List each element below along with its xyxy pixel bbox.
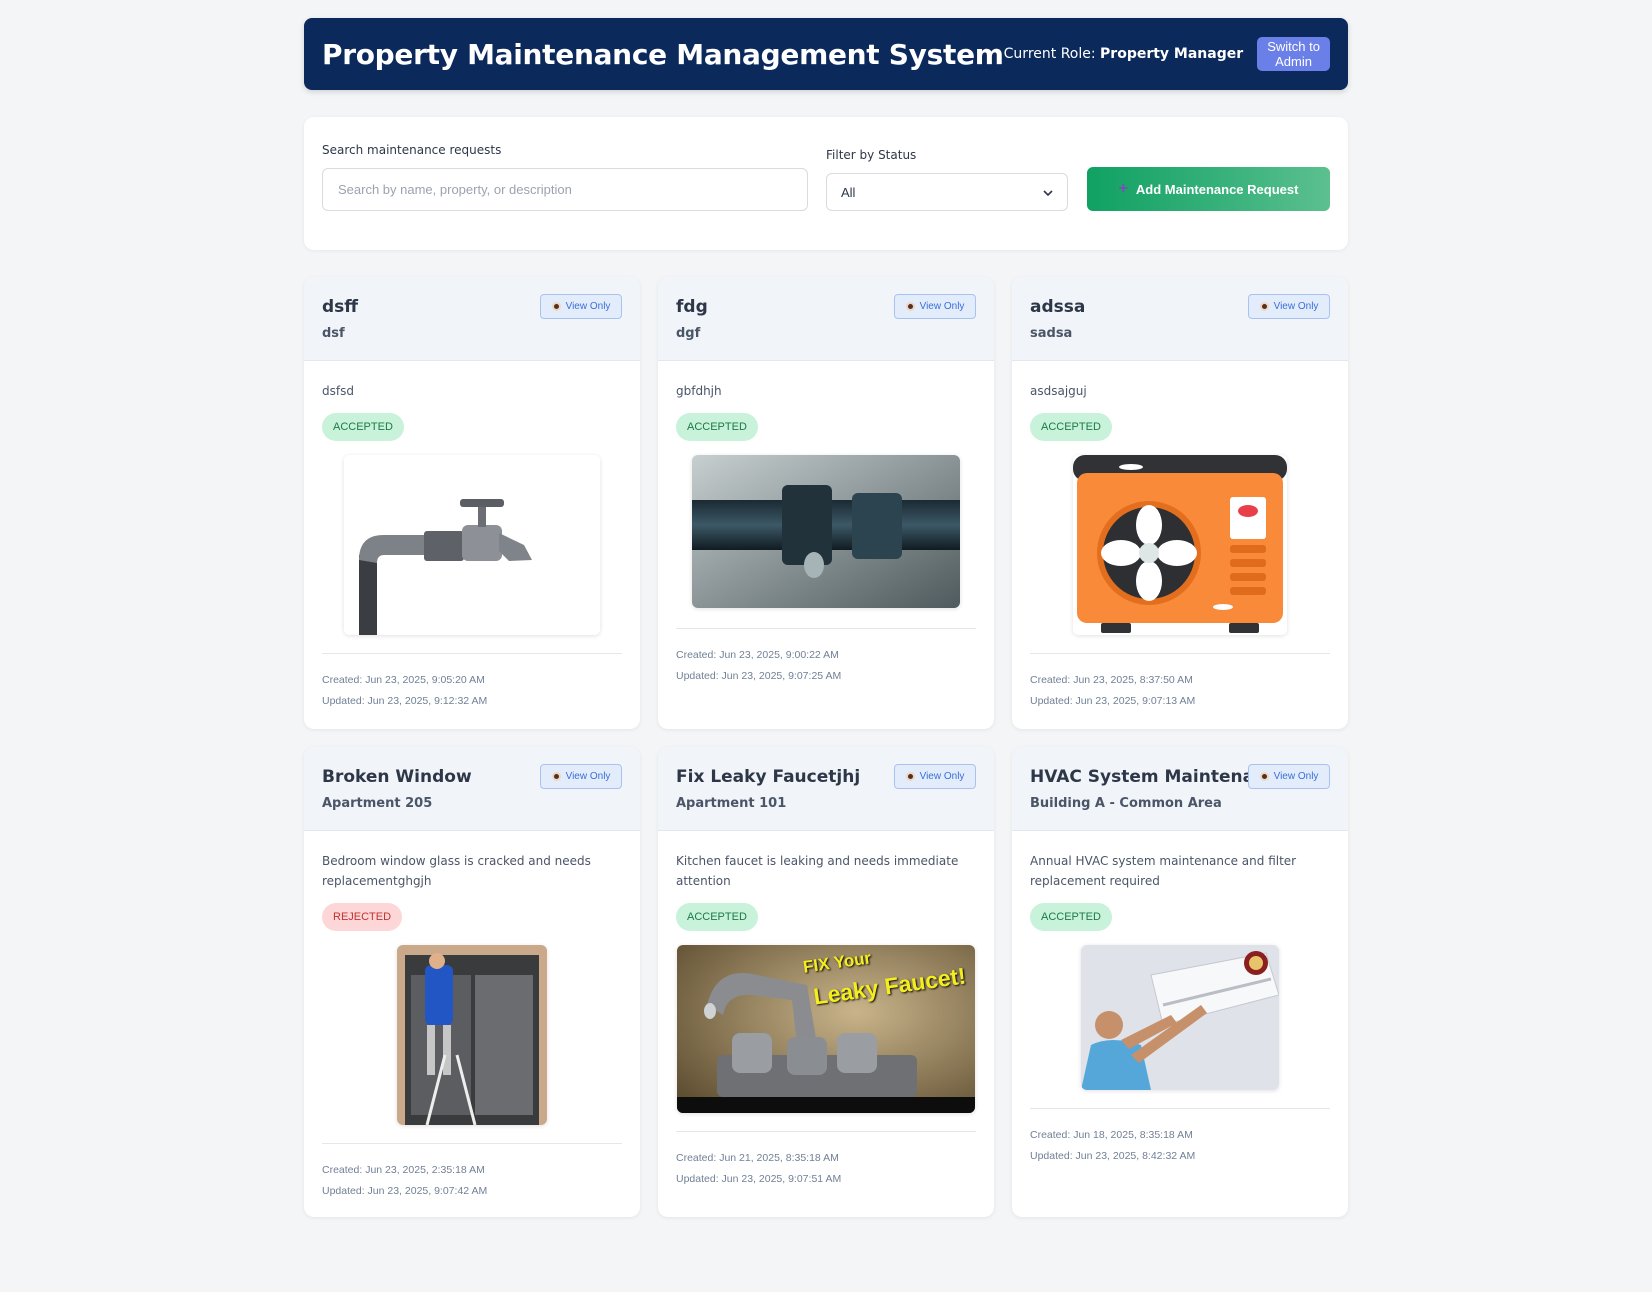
switch-role-button[interactable]: Switch to Admin — [1257, 37, 1330, 71]
request-card: fdg dgf View Only gbfdhjh ACCEPTED Creat… — [658, 277, 994, 729]
created-timestamp: Created: Jun 23, 2025, 8:37:50 AM — [1030, 674, 1193, 686]
view-only-label: View Only — [565, 301, 611, 312]
leaky-faucet-photo[interactable]: FIX Your Leaky Faucet! — [677, 945, 975, 1113]
view-only-badge: View Only — [540, 764, 622, 789]
status-badge: ACCEPTED — [676, 903, 758, 931]
card-header: Broken Window Apartment 205 View Only — [304, 747, 640, 831]
chevron-down-icon — [1043, 185, 1053, 200]
app-header: Property Maintenance Management System C… — [304, 18, 1348, 90]
current-role: Current Role: Property Manager — [1004, 46, 1244, 62]
request-grid: dsff dsf View Only dsfsd ACCEPTED Create… — [304, 277, 1348, 1217]
created-timestamp: Created: Jun 23, 2025, 2:35:18 AM — [322, 1164, 485, 1176]
request-card: Broken Window Apartment 205 View Only Be… — [304, 747, 640, 1217]
created-timestamp: Created: Jun 23, 2025, 9:05:20 AM — [322, 674, 485, 686]
view-only-badge: View Only — [540, 294, 622, 319]
filter-panel: Search maintenance requests Filter by St… — [304, 117, 1348, 250]
view-only-label: View Only — [919, 771, 965, 782]
status-filter-value: All — [841, 184, 856, 200]
eye-icon — [1259, 302, 1269, 311]
updated-timestamp: Updated: Jun 23, 2025, 9:07:42 AM — [322, 1185, 488, 1197]
eye-icon — [905, 772, 915, 781]
window-repair-photo[interactable] — [397, 945, 547, 1125]
view-only-label: View Only — [565, 771, 611, 782]
request-property: sadsa — [1030, 326, 1073, 341]
request-description: asdsajguj — [1030, 384, 1087, 398]
ac-unit-icon[interactable] — [1073, 455, 1287, 635]
role-value: Property Manager — [1100, 46, 1244, 62]
view-only-label: View Only — [1273, 771, 1319, 782]
card-header: fdg dgf View Only — [658, 277, 994, 361]
request-property: Apartment 101 — [676, 796, 787, 811]
eye-icon — [551, 772, 561, 781]
plus-icon: + — [1118, 180, 1128, 197]
view-only-badge: View Only — [894, 294, 976, 319]
view-only-badge: View Only — [1248, 764, 1330, 789]
request-property: dsf — [322, 326, 345, 341]
status-filter-select[interactable]: All — [826, 173, 1068, 211]
request-description: dsfsd — [322, 384, 354, 398]
updated-timestamp: Updated: Jun 23, 2025, 9:07:13 AM — [1030, 695, 1196, 707]
request-card: dsff dsf View Only dsfsd ACCEPTED Create… — [304, 277, 640, 729]
add-request-button[interactable]: + Add Maintenance Request — [1087, 167, 1330, 211]
view-only-badge: View Only — [1248, 294, 1330, 319]
created-timestamp: Created: Jun 23, 2025, 9:00:22 AM — [676, 649, 839, 661]
status-badge: REJECTED — [322, 903, 403, 931]
search-label: Search maintenance requests — [322, 143, 502, 157]
status-badge: ACCEPTED — [676, 413, 758, 441]
eye-icon — [1259, 772, 1269, 781]
request-description: Bedroom window glass is cracked and need… — [322, 854, 591, 888]
request-card: Fix Leaky Faucetjhj Apartment 101 View O… — [658, 747, 994, 1217]
request-property: Building A - Common Area — [1030, 796, 1222, 811]
eye-icon — [905, 302, 915, 311]
view-only-label: View Only — [919, 301, 965, 312]
page-title: Property Maintenance Management System — [322, 37, 1004, 71]
request-description: Kitchen faucet is leaking and needs imme… — [676, 854, 959, 888]
updated-timestamp: Updated: Jun 23, 2025, 9:12:32 AM — [322, 695, 488, 707]
status-badge: ACCEPTED — [1030, 903, 1112, 931]
request-description: gbfdhjh — [676, 384, 722, 398]
request-description: Annual HVAC system maintenance and filte… — [1030, 854, 1297, 888]
view-only-badge: View Only — [894, 764, 976, 789]
add-request-label: Add Maintenance Request — [1135, 181, 1299, 197]
search-input[interactable] — [322, 168, 808, 211]
card-header: dsff dsf View Only — [304, 277, 640, 361]
created-timestamp: Created: Jun 18, 2025, 8:35:18 AM — [1030, 1129, 1193, 1141]
updated-timestamp: Updated: Jun 23, 2025, 8:42:32 AM — [1030, 1150, 1196, 1162]
status-badge: ACCEPTED — [1030, 413, 1112, 441]
request-property: dgf — [676, 326, 701, 341]
view-only-label: View Only — [1273, 301, 1319, 312]
request-card: HVAC System Maintenance Building A - Com… — [1012, 747, 1348, 1217]
updated-timestamp: Updated: Jun 23, 2025, 9:07:51 AM — [676, 1173, 842, 1185]
status-badge: ACCEPTED — [322, 413, 404, 441]
updated-timestamp: Updated: Jun 23, 2025, 9:07:25 AM — [676, 670, 842, 682]
request-property: Apartment 205 — [322, 796, 433, 811]
faucet-icon[interactable] — [344, 455, 600, 635]
created-timestamp: Created: Jun 21, 2025, 8:35:18 AM — [676, 1152, 839, 1164]
eye-icon — [551, 302, 561, 311]
hvac-service-photo[interactable] — [1081, 945, 1279, 1090]
card-header: adssa sadsa View Only — [1012, 277, 1348, 361]
request-card: adssa sadsa View Only asdsajguj ACCEPTED — [1012, 277, 1348, 729]
card-header: HVAC System Maintenance Building A - Com… — [1012, 747, 1348, 831]
status-filter-label: Filter by Status — [826, 148, 917, 162]
role-label: Current Role: — [1003, 46, 1096, 62]
pipe-leak-photo[interactable] — [692, 455, 960, 608]
card-header: Fix Leaky Faucetjhj Apartment 101 View O… — [658, 747, 994, 831]
